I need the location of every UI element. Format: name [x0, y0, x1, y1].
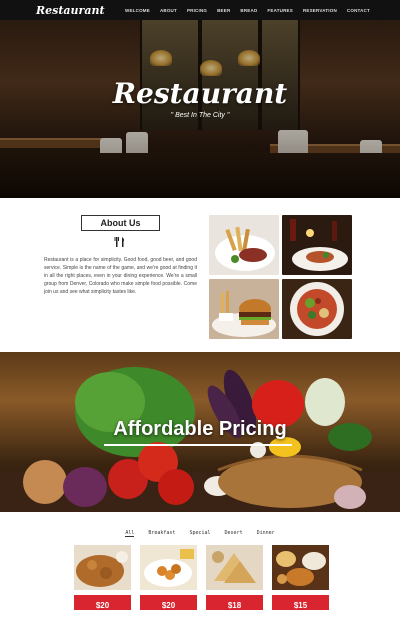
about-description: Restaurant is a place for simplicity. Go… [44, 257, 197, 295]
cutlery-icon [114, 237, 124, 247]
menu-item-bread[interactable]: BREAD [240, 8, 257, 13]
about-title: About Us [100, 218, 141, 228]
menu-card[interactable]: $15 [272, 545, 329, 610]
menu-item-features[interactable]: FEATURES [267, 8, 293, 13]
tab-dinner[interactable]: Dinner [257, 530, 275, 537]
title-underline [104, 444, 292, 446]
food-image [206, 545, 263, 590]
food-image [272, 545, 329, 590]
pricing-banner: Affordable Pricing [0, 352, 400, 512]
pricing-tabs: All Breakfast Special Desert Dinner [0, 530, 400, 537]
tab-breakfast[interactable]: Breakfast [148, 530, 175, 537]
price-tag: $20 [140, 595, 197, 610]
hero-subtitle: " Best In The City " [170, 112, 230, 119]
menu-item-welcome[interactable]: WELCOME [125, 8, 150, 13]
main-menu: WELCOME ABOUT PRICING BEER BREAD FEATURE… [125, 8, 370, 13]
price-tag: $15 [272, 595, 329, 610]
menu-card[interactable]: $18 [206, 545, 263, 610]
hero-title: Restaurant [112, 77, 288, 110]
tab-desert[interactable]: Desert [225, 530, 243, 537]
top-navbar: Restaurant WELCOME ABOUT PRICING BEER BR… [0, 0, 400, 20]
menu-item-beer[interactable]: BEER [217, 8, 230, 13]
menu-item-pricing[interactable]: PRICING [187, 8, 207, 13]
food-photo-fries [209, 215, 279, 275]
hero-banner: Restaurant " Best In The City " [0, 20, 400, 198]
menu-card[interactable]: $20 [140, 545, 197, 610]
food-photo-salad [282, 279, 352, 339]
site-logo[interactable]: Restaurant [36, 4, 105, 17]
price-tag: $18 [206, 595, 263, 610]
price-tag: $20 [74, 595, 131, 610]
pricing-title: Affordable Pricing [113, 418, 287, 440]
tab-special[interactable]: Special [189, 530, 210, 537]
menu-item-reservation[interactable]: RESERVATION [303, 8, 337, 13]
tab-all[interactable]: All [125, 530, 135, 537]
food-photo-dinner [282, 215, 352, 275]
food-image [140, 545, 197, 590]
about-heading-box: About Us [81, 215, 160, 231]
menu-item-contact[interactable]: CONTACT [347, 8, 370, 13]
food-image [74, 545, 131, 590]
food-photo-burger [209, 279, 279, 339]
menu-card[interactable]: $20 [74, 545, 131, 610]
menu-item-about[interactable]: ABOUT [160, 8, 177, 13]
